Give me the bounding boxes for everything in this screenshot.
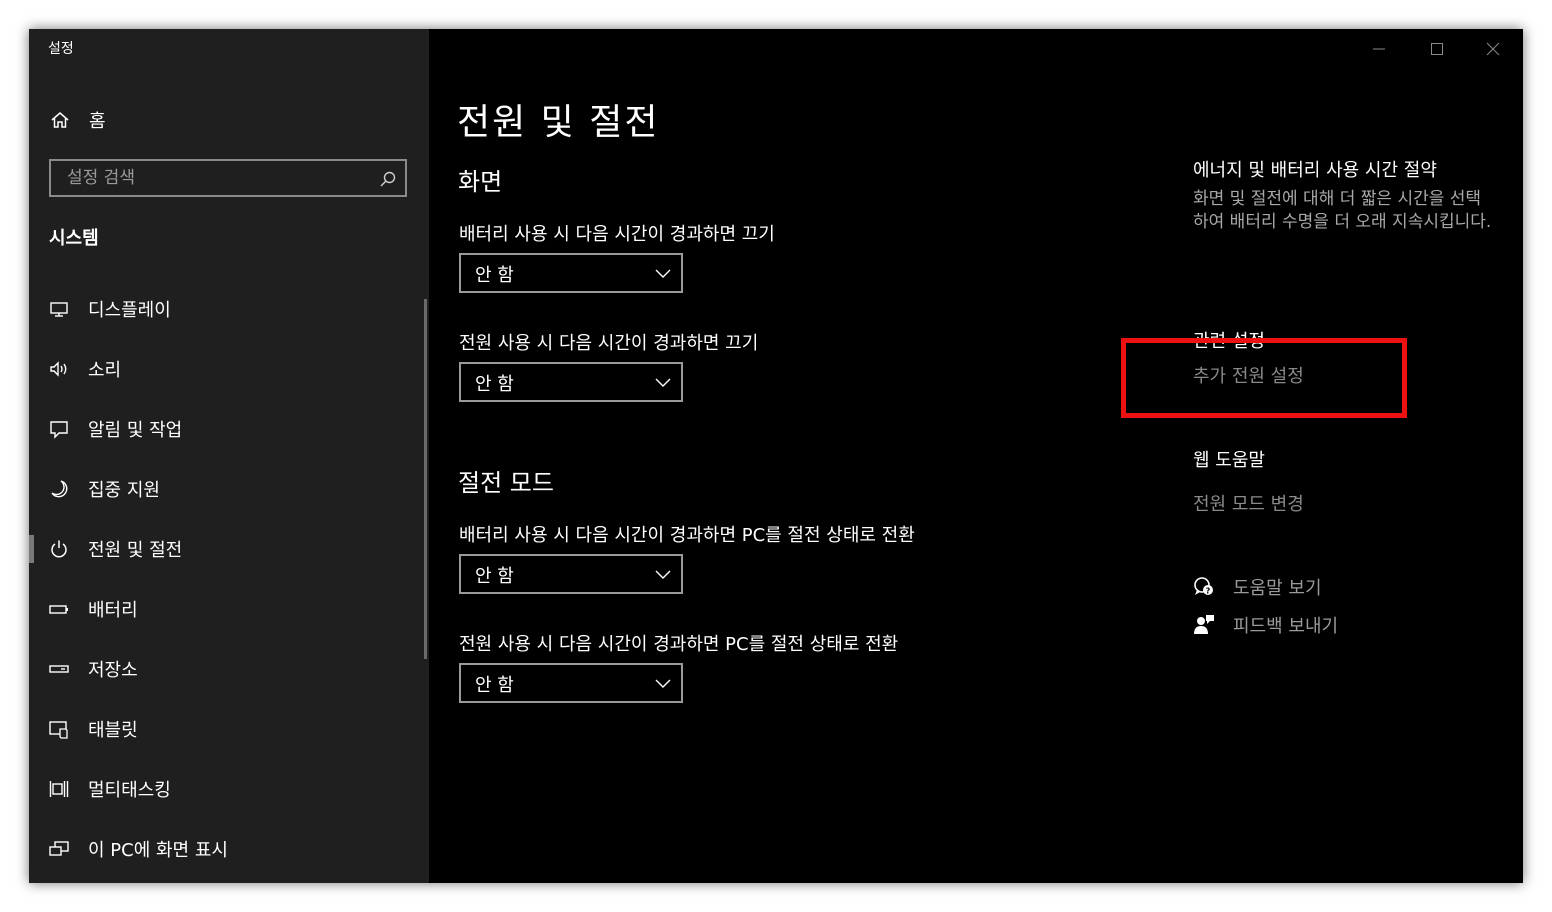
- chevron-down-icon: [655, 679, 671, 688]
- multitasking-icon: [48, 778, 70, 800]
- home-link[interactable]: 홈: [49, 108, 106, 132]
- sidebar: 설정 홈 시스템 디스플레이: [29, 29, 429, 883]
- section-title-system: 시스템: [49, 228, 99, 249]
- sidebar-item-storage[interactable]: 저장소: [29, 639, 429, 699]
- energy-title: 에너지 및 배터리 사용 시간 절약: [1193, 160, 1437, 181]
- sidebar-item-label: 디스플레이: [88, 300, 171, 321]
- sleep-battery-dropdown[interactable]: 안 함: [459, 554, 683, 594]
- power-icon: [48, 538, 70, 560]
- close-button[interactable]: [1473, 35, 1513, 63]
- sleep-plugged-dropdown[interactable]: 안 함: [459, 663, 683, 703]
- tablet-icon: [48, 718, 70, 740]
- sidebar-item-tablet[interactable]: 태블릿: [29, 699, 429, 759]
- minimize-button[interactable]: [1359, 35, 1399, 63]
- minimize-icon: [1373, 48, 1385, 50]
- change-power-mode-link[interactable]: 전원 모드 변경: [1193, 490, 1304, 516]
- feedback-link[interactable]: 피드백 보내기: [1193, 612, 1338, 638]
- sidebar-item-power-sleep[interactable]: 전원 및 절전: [29, 519, 429, 579]
- sidebar-item-label: 이 PC에 화면 표시: [88, 840, 228, 861]
- main-content: 전원 및 절전 화면 배터리 사용 시 다음 시간이 경과하면 끄기 안 함 전…: [429, 29, 1523, 883]
- speaker-icon: [48, 358, 70, 380]
- sidebar-item-display[interactable]: 디스플레이: [29, 279, 429, 339]
- notification-icon: [48, 418, 70, 440]
- dropdown-value: 안 함: [475, 675, 514, 696]
- app-title: 설정: [48, 41, 74, 57]
- project-icon: [48, 838, 70, 860]
- screen-plugged-dropdown[interactable]: 안 함: [459, 362, 683, 402]
- sidebar-item-label: 배터리: [88, 600, 138, 621]
- dropdown-value: 안 함: [475, 374, 514, 395]
- sidebar-item-notifications[interactable]: 알림 및 작업: [29, 399, 429, 459]
- moon-icon: [48, 478, 70, 500]
- sidebar-scrollbar[interactable]: [424, 299, 427, 659]
- maximize-icon: [1431, 43, 1443, 55]
- energy-description: 화면 및 절전에 대해 더 짧은 시간을 선택하여 배터리 수명을 더 오래 지…: [1193, 189, 1492, 232]
- sidebar-item-label: 멀티태스킹: [88, 780, 171, 801]
- web-help-title: 웹 도움말: [1193, 450, 1265, 471]
- feedback-icon: [1193, 614, 1215, 636]
- sidebar-item-label: 알림 및 작업: [88, 420, 183, 441]
- sidebar-item-label: 집중 지원: [88, 480, 160, 501]
- search-icon[interactable]: [379, 170, 397, 188]
- get-help-link[interactable]: ? 도움말 보기: [1193, 574, 1322, 600]
- sidebar-nav: 디스플레이 소리 알림 및 작업 집중 지원 전원 및 절전 배터리 저장소 태…: [29, 279, 429, 879]
- help-chat-icon: ?: [1193, 576, 1215, 598]
- search-input[interactable]: [51, 161, 377, 195]
- highlight-annotation-box: [1121, 338, 1407, 418]
- sidebar-item-label: 전원 및 절전: [88, 540, 183, 561]
- dropdown-value: 안 함: [475, 566, 514, 587]
- screen-battery-label: 배터리 사용 시 다음 시간이 경과하면 끄기: [459, 224, 775, 245]
- sleep-battery-label: 배터리 사용 시 다음 시간이 경과하면 PC를 절전 상태로 전환: [459, 525, 915, 546]
- close-icon: [1486, 42, 1500, 56]
- sidebar-item-battery[interactable]: 배터리: [29, 579, 429, 639]
- sidebar-item-project-to-pc[interactable]: 이 PC에 화면 표시: [29, 819, 429, 879]
- display-icon: [48, 298, 70, 320]
- svg-text:?: ?: [1206, 587, 1211, 596]
- screen-battery-dropdown[interactable]: 안 함: [459, 253, 683, 293]
- page-title: 전원 및 절전: [457, 102, 660, 143]
- chevron-down-icon: [655, 378, 671, 387]
- screen-plugged-label: 전원 사용 시 다음 시간이 경과하면 끄기: [459, 333, 759, 354]
- settings-window: 설정 홈 시스템 디스플레이: [29, 29, 1523, 883]
- battery-icon: [48, 598, 70, 620]
- storage-icon: [48, 658, 70, 680]
- sidebar-item-multitasking[interactable]: 멀티태스킹: [29, 759, 429, 819]
- sidebar-item-focus-assist[interactable]: 집중 지원: [29, 459, 429, 519]
- chevron-down-icon: [655, 570, 671, 579]
- maximize-button[interactable]: [1417, 35, 1457, 63]
- chevron-down-icon: [655, 269, 671, 278]
- home-icon: [49, 109, 71, 131]
- sidebar-item-sound[interactable]: 소리: [29, 339, 429, 399]
- search-box[interactable]: [49, 159, 407, 197]
- dropdown-value: 안 함: [475, 265, 514, 286]
- sleep-plugged-label: 전원 사용 시 다음 시간이 경과하면 PC를 절전 상태로 전환: [459, 634, 899, 655]
- sidebar-item-label: 저장소: [88, 660, 138, 681]
- feedback-label: 피드백 보내기: [1233, 616, 1339, 637]
- screen-heading: 화면: [458, 168, 503, 196]
- sleep-heading: 절전 모드: [458, 469, 554, 497]
- sidebar-item-label: 태블릿: [88, 720, 138, 741]
- home-label: 홈: [89, 111, 106, 132]
- get-help-label: 도움말 보기: [1233, 578, 1322, 599]
- sidebar-item-label: 소리: [88, 360, 122, 381]
